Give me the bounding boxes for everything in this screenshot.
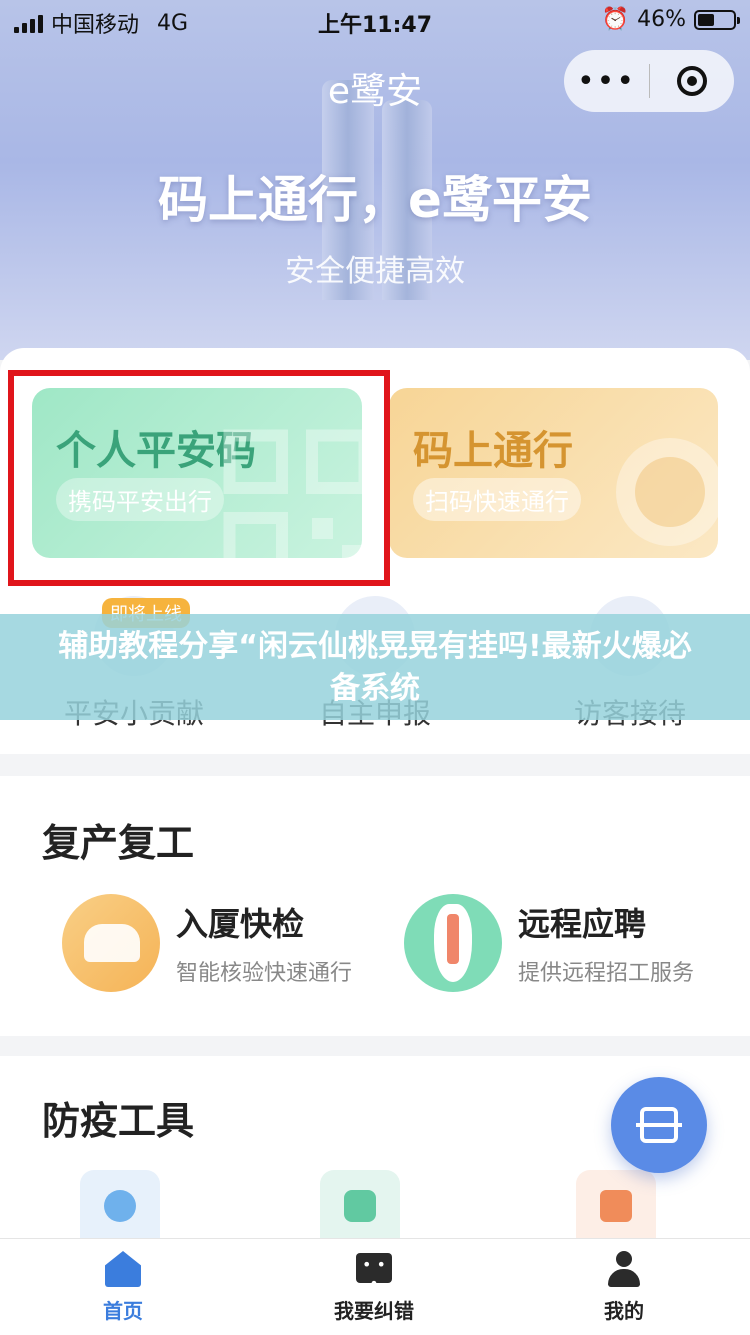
tab-label: 首页 bbox=[103, 1299, 143, 1323]
service-title: 远程应聘 bbox=[518, 905, 647, 943]
tab-mine[interactable]: 我的 bbox=[549, 1251, 699, 1324]
section-title: 防疫工具 bbox=[42, 1099, 195, 1143]
service-desc: 提供远程招工服务 bbox=[518, 961, 695, 986]
tool-location-icon[interactable] bbox=[576, 1170, 656, 1240]
hero-subtitle: 安全便捷高效 bbox=[285, 254, 465, 289]
more-button[interactable]: ••• bbox=[564, 64, 649, 99]
scan-fab-button[interactable] bbox=[611, 1077, 707, 1173]
scan-badge-icon bbox=[616, 438, 718, 546]
train-icon bbox=[62, 894, 160, 992]
home-icon bbox=[105, 1251, 141, 1287]
scan-icon bbox=[636, 1107, 682, 1143]
xiamen-quick-check-item[interactable]: 入厦快检 智能核验快速通行 bbox=[62, 894, 352, 992]
tool-people-icon[interactable] bbox=[80, 1170, 160, 1240]
tie-icon bbox=[404, 894, 502, 992]
hero-banner: 中国移动 4G 上午11:47 ⏰ 46% e鹭安 ••• 码上通行，e鹭平安 … bbox=[0, 0, 750, 360]
mini-program-capsule: ••• bbox=[564, 50, 734, 112]
overlay-text: 辅助教程分享“闲云仙桃晃晃有挂吗!最新火爆必备系统 bbox=[58, 629, 692, 706]
section-title: 复产复工 bbox=[42, 821, 195, 865]
close-button[interactable] bbox=[650, 66, 734, 96]
service-title: 入厦快检 bbox=[176, 905, 305, 943]
status-bar: 中国移动 4G 上午11:47 ⏰ 46% bbox=[0, 0, 750, 40]
hero-title: 码上通行，e鹭平安 bbox=[158, 171, 592, 229]
user-icon bbox=[606, 1251, 642, 1287]
tab-label: 我的 bbox=[604, 1299, 644, 1323]
service-desc: 智能核验快速通行 bbox=[176, 961, 353, 986]
card-title: 码上通行 bbox=[413, 428, 573, 474]
bottom-tab-bar: 首页 我要纠错 我的 bbox=[0, 1238, 750, 1335]
tab-home[interactable]: 首页 bbox=[48, 1251, 198, 1324]
card-tag: 扫码快速通行 bbox=[413, 478, 581, 521]
close-target-icon bbox=[677, 66, 707, 96]
overlay-banner: 辅助教程分享“闲云仙桃晃晃有挂吗!最新火爆必备系统 bbox=[0, 614, 750, 720]
tab-report-error[interactable]: 我要纠错 bbox=[299, 1251, 449, 1324]
battery-icon bbox=[694, 9, 740, 30]
remote-hiring-item[interactable]: 远程应聘 提供远程招工服务 bbox=[404, 894, 694, 992]
message-icon bbox=[356, 1253, 392, 1293]
resume-work-section: 复产复工 入厦快检 智能核验快速通行 远程应聘 提供远程招工服务 bbox=[0, 776, 750, 1036]
battery-percent: 46% bbox=[637, 7, 686, 32]
highlight-frame bbox=[8, 370, 390, 586]
tool-stethoscope-icon[interactable] bbox=[320, 1170, 400, 1240]
tab-label: 我要纠错 bbox=[334, 1299, 414, 1323]
scan-pass-card[interactable]: 码上通行 扫码快速通行 bbox=[389, 388, 718, 558]
alarm-icon: ⏰ bbox=[601, 7, 630, 32]
